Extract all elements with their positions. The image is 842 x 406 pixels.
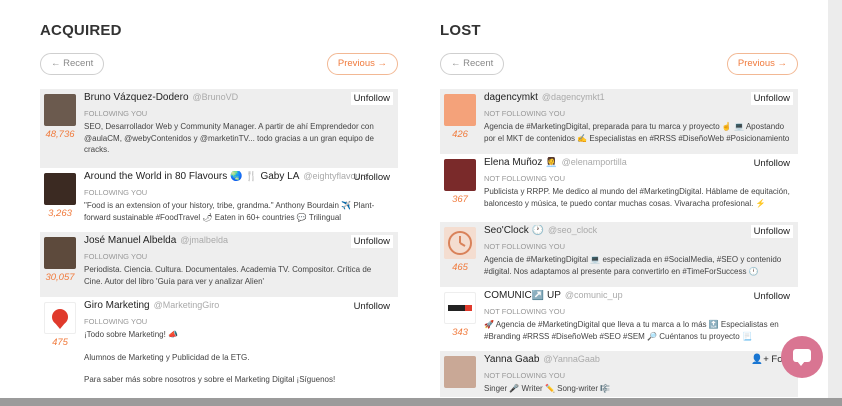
- user-bio: "Food is an extension of your history, t…: [84, 201, 375, 222]
- avatar[interactable]: [444, 292, 476, 324]
- acquired-nav: ← Recent Previous →: [40, 53, 398, 75]
- user-handle[interactable]: @comunic_up: [565, 290, 623, 300]
- list-item: 48,736 Bruno Vázquez-Dodero @BrunoVD Unfo…: [40, 89, 398, 168]
- follower-count: 426: [452, 129, 468, 140]
- user-name[interactable]: José Manuel Albelda: [84, 235, 176, 246]
- list-item: Yanna Gaab@YannaGaab 👤+ Follo NOT FOLLOW…: [440, 351, 798, 397]
- follow-status: FOLLOWING YOU: [84, 109, 148, 118]
- lost-title: LOST: [440, 22, 481, 39]
- follower-count: 48,736: [45, 129, 75, 140]
- follow-status: NOT FOLLOWING YOU: [484, 307, 565, 316]
- list-item: 426 dagencymkt @dagencymkt1 Unfollow NOT …: [440, 89, 798, 154]
- user-handle[interactable]: @jmalbelda: [180, 235, 228, 245]
- giro-logo-icon: [52, 309, 68, 329]
- avatar[interactable]: [44, 173, 76, 205]
- list-item: 3,263 Around the World in 80 Flavours 🌏 …: [40, 168, 398, 232]
- user-bio: Periodista. Ciencia. Cultura. Documental…: [84, 265, 372, 286]
- comunicup-logo-icon: [448, 305, 472, 311]
- unfollow-button[interactable]: Unfollow: [750, 225, 793, 238]
- unfollow-button[interactable]: Unfollow: [350, 235, 393, 248]
- user-bio: Agencia de #MarketingDigital 💻 especiali…: [484, 255, 782, 276]
- list-item: 475 Giro Marketing @MarketingGiro Unfollo…: [40, 297, 398, 397]
- user-handle[interactable]: @seo_clock: [548, 225, 597, 235]
- list-item: 343 COMUNIC↗️ UP @comunic_up Unfollow NOT…: [440, 287, 798, 351]
- unfollow-button[interactable]: Unfollow: [750, 92, 793, 105]
- bottom-bar: [0, 398, 842, 406]
- lost-list: 426 dagencymkt @dagencymkt1 Unfollow NOT …: [440, 89, 798, 397]
- follow-status: NOT FOLLOWING YOU: [484, 109, 565, 118]
- follower-count: 367: [452, 194, 468, 205]
- user-bio: SEO, Desarrollador Web y Community Manag…: [84, 122, 374, 154]
- user-handle[interactable]: @MarketingGiro: [154, 300, 220, 310]
- user-bio: Publicista y RRPP. Me dedico al mundo de…: [484, 187, 790, 208]
- user-bio-line: Alumnos de Marketing y Publicidad de la …: [84, 352, 250, 362]
- acquired-list: 48,736 Bruno Vázquez-Dodero @BrunoVD Unfo…: [40, 89, 398, 397]
- follow-status: FOLLOWING YOU: [84, 317, 148, 326]
- acquired-title: ACQUIRED: [40, 22, 122, 39]
- lost-previous-button[interactable]: Previous →: [726, 53, 798, 75]
- user-name[interactable]: Bruno Vázquez-Dodero: [84, 92, 189, 103]
- acquired-previous-button[interactable]: Previous →: [326, 53, 398, 75]
- avatar[interactable]: [444, 227, 476, 259]
- list-item: 367 Elena Muñoz 👩‍💼 @elenamportilla Unfol…: [440, 154, 798, 222]
- list-item: 30,057 José Manuel Albelda @jmalbelda Unf…: [40, 232, 398, 297]
- user-name[interactable]: dagencymkt: [484, 92, 538, 103]
- unfollow-button[interactable]: Unfollow: [751, 157, 793, 170]
- page: ACQUIRED ← Recent Previous → 48,736 Brun…: [0, 0, 842, 406]
- follower-count: 343: [452, 327, 468, 338]
- user-name[interactable]: Yanna Gaab: [484, 354, 539, 365]
- follower-count: 30,057: [45, 272, 75, 283]
- follow-status: FOLLOWING YOU: [84, 252, 148, 261]
- user-bio: Agencia de #MarketingDigital, preparada …: [484, 122, 790, 143]
- follow-status: NOT FOLLOWING YOU: [484, 174, 565, 183]
- avatar[interactable]: [444, 94, 476, 126]
- follow-status: FOLLOWING YOU: [84, 188, 148, 197]
- avatar[interactable]: [44, 94, 76, 126]
- chat-button[interactable]: [781, 336, 823, 378]
- avatar[interactable]: [444, 159, 476, 191]
- lost-recent-button[interactable]: ← Recent: [440, 53, 505, 75]
- unfollow-button[interactable]: Unfollow: [351, 171, 393, 184]
- follower-count: 3,263: [48, 208, 72, 219]
- follow-status: NOT FOLLOWING YOU: [484, 242, 565, 251]
- user-name[interactable]: Elena Muñoz 👩‍💼: [484, 157, 558, 168]
- unfollow-button[interactable]: Unfollow: [351, 300, 393, 313]
- user-bio: 🚀 Agencia de #MarketingDigital que lleva…: [484, 320, 779, 341]
- user-name[interactable]: Seo'Clock 🕐: [484, 225, 544, 236]
- unfollow-button[interactable]: Unfollow: [751, 290, 793, 303]
- user-name[interactable]: Around the World in 80 Flavours 🌏 🍴 Gaby…: [84, 171, 299, 182]
- user-handle[interactable]: @YannaGaab: [543, 354, 600, 364]
- follower-count: 465: [452, 262, 468, 273]
- lost-nav: ← Recent Previous →: [440, 53, 798, 75]
- unfollow-button[interactable]: Unfollow: [350, 92, 393, 105]
- user-handle[interactable]: @dagencymkt1: [542, 92, 605, 102]
- list-item: 465 Seo'Clock 🕐 @seo_clock Unfollow NOT F…: [440, 222, 798, 287]
- user-name[interactable]: COMUNIC↗️ UP: [484, 290, 561, 301]
- user-bio: ¡Todo sobre Marketing! 📣: [84, 330, 178, 339]
- user-handle[interactable]: @BrunoVD: [193, 92, 239, 102]
- avatar[interactable]: [44, 302, 76, 334]
- follower-count: 475: [52, 337, 68, 348]
- chat-bubble-icon: [793, 349, 811, 366]
- user-bio-line: Para saber más sobre nosotros y sobre el…: [84, 374, 336, 384]
- scroll-edge: [828, 0, 842, 406]
- user-handle[interactable]: @elenamportilla: [562, 157, 627, 167]
- acquired-recent-button[interactable]: ← Recent: [40, 53, 105, 75]
- clock-icon: [448, 231, 472, 255]
- avatar[interactable]: [44, 237, 76, 269]
- follow-status: NOT FOLLOWING YOU: [484, 371, 565, 380]
- user-name[interactable]: Giro Marketing: [84, 300, 150, 311]
- user-bio: Singer 🎤 Writer ✏️ Song-writer 🎼: [484, 384, 611, 393]
- add-user-icon: 👤+: [751, 354, 772, 365]
- avatar[interactable]: [444, 356, 476, 388]
